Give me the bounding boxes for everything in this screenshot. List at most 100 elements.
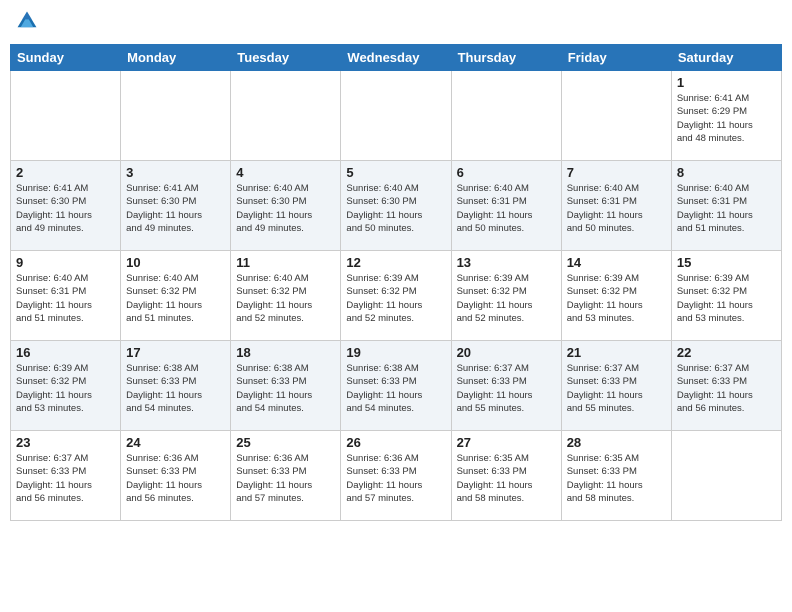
weekday-header-saturday: Saturday — [671, 45, 781, 71]
calendar-cell: 13 Sunrise: 6:39 AMSunset: 6:32 PMDayligh… — [451, 251, 561, 341]
weekday-header-row: SundayMondayTuesdayWednesdayThursdayFrid… — [11, 45, 782, 71]
calendar-cell: 11 Sunrise: 6:40 AMSunset: 6:32 PMDayligh… — [231, 251, 341, 341]
day-info: Sunrise: 6:40 AMSunset: 6:31 PMDaylight:… — [567, 182, 666, 235]
logo-icon — [16, 10, 38, 32]
day-info: Sunrise: 6:39 AMSunset: 6:32 PMDaylight:… — [677, 272, 776, 325]
calendar-cell: 12 Sunrise: 6:39 AMSunset: 6:32 PMDayligh… — [341, 251, 451, 341]
day-number: 9 — [16, 255, 115, 270]
weekday-header-sunday: Sunday — [11, 45, 121, 71]
calendar-cell — [561, 71, 671, 161]
calendar-cell — [671, 431, 781, 521]
day-number: 26 — [346, 435, 445, 450]
calendar-cell: 7 Sunrise: 6:40 AMSunset: 6:31 PMDaylight… — [561, 161, 671, 251]
week-row-4: 16 Sunrise: 6:39 AMSunset: 6:32 PMDayligh… — [11, 341, 782, 431]
calendar-cell: 26 Sunrise: 6:36 AMSunset: 6:33 PMDayligh… — [341, 431, 451, 521]
header — [10, 10, 782, 36]
day-number: 21 — [567, 345, 666, 360]
calendar-cell: 8Sunrise: 6:40 AMSunset: 6:31 PMDaylight… — [671, 161, 781, 251]
calendar-cell: 15 Sunrise: 6:39 AMSunset: 6:32 PMDayligh… — [671, 251, 781, 341]
day-number: 12 — [346, 255, 445, 270]
day-number: 14 — [567, 255, 666, 270]
day-info: Sunrise: 6:41 AMSunset: 6:29 PMDaylight:… — [677, 92, 776, 145]
calendar-cell — [341, 71, 451, 161]
day-number: 17 — [126, 345, 225, 360]
calendar-cell: 18 Sunrise: 6:38 AMSunset: 6:33 PMDayligh… — [231, 341, 341, 431]
day-info: Sunrise: 6:39 AMSunset: 6:32 PMDaylight:… — [457, 272, 556, 325]
day-info: Sunrise: 6:38 AMSunset: 6:33 PMDaylight:… — [236, 362, 335, 415]
week-row-1: 1 Sunrise: 6:41 AMSunset: 6:29 PMDaylight… — [11, 71, 782, 161]
day-number: 5 — [346, 165, 445, 180]
calendar-cell: 4 Sunrise: 6:40 AMSunset: 6:30 PMDaylight… — [231, 161, 341, 251]
day-number: 15 — [677, 255, 776, 270]
day-info: Sunrise: 6:37 AMSunset: 6:33 PMDaylight:… — [677, 362, 776, 415]
day-number: 7 — [567, 165, 666, 180]
calendar-cell: 24Sunrise: 6:36 AMSunset: 6:33 PMDayligh… — [121, 431, 231, 521]
page: SundayMondayTuesdayWednesdayThursdayFrid… — [0, 0, 792, 612]
calendar-cell: 2 Sunrise: 6:41 AMSunset: 6:30 PMDaylight… — [11, 161, 121, 251]
calendar-cell: 14 Sunrise: 6:39 AMSunset: 6:32 PMDayligh… — [561, 251, 671, 341]
calendar-cell — [121, 71, 231, 161]
calendar-cell: 6Sunrise: 6:40 AMSunset: 6:31 PMDaylight… — [451, 161, 561, 251]
day-number: 27 — [457, 435, 556, 450]
calendar-cell: 10 Sunrise: 6:40 AMSunset: 6:32 PMDayligh… — [121, 251, 231, 341]
weekday-header-friday: Friday — [561, 45, 671, 71]
day-info: Sunrise: 6:38 AMSunset: 6:33 PMDaylight:… — [126, 362, 225, 415]
calendar-cell: 3 Sunrise: 6:41 AMSunset: 6:30 PMDaylight… — [121, 161, 231, 251]
day-info: Sunrise: 6:41 AMSunset: 6:30 PMDaylight:… — [16, 182, 115, 235]
day-info: Sunrise: 6:41 AMSunset: 6:30 PMDaylight:… — [126, 182, 225, 235]
day-number: 13 — [457, 255, 556, 270]
day-info: Sunrise: 6:37 AMSunset: 6:33 PMDaylight:… — [457, 362, 556, 415]
day-number: 25 — [236, 435, 335, 450]
calendar-table: SundayMondayTuesdayWednesdayThursdayFrid… — [10, 44, 782, 521]
weekday-header-tuesday: Tuesday — [231, 45, 341, 71]
day-number: 18 — [236, 345, 335, 360]
logo — [16, 14, 40, 32]
day-number: 1 — [677, 75, 776, 90]
calendar-cell — [11, 71, 121, 161]
day-info: Sunrise: 6:40 AMSunset: 6:30 PMDaylight:… — [236, 182, 335, 235]
calendar-cell: 23 Sunrise: 6:37 AMSunset: 6:33 PMDayligh… — [11, 431, 121, 521]
calendar-cell: 21 Sunrise: 6:37 AMSunset: 6:33 PMDayligh… — [561, 341, 671, 431]
day-info: Sunrise: 6:40 AMSunset: 6:32 PMDaylight:… — [126, 272, 225, 325]
calendar-cell: 25 Sunrise: 6:36 AMSunset: 6:33 PMDayligh… — [231, 431, 341, 521]
day-number: 2 — [16, 165, 115, 180]
day-number: 4 — [236, 165, 335, 180]
weekday-header-thursday: Thursday — [451, 45, 561, 71]
day-info: Sunrise: 6:36 AMSunset: 6:33 PMDaylight:… — [236, 452, 335, 505]
day-info: Sunrise: 6:35 AMSunset: 6:33 PMDaylight:… — [567, 452, 666, 505]
calendar-cell: 20 Sunrise: 6:37 AMSunset: 6:33 PMDayligh… — [451, 341, 561, 431]
day-number: 11 — [236, 255, 335, 270]
day-info: Sunrise: 6:39 AMSunset: 6:32 PMDaylight:… — [567, 272, 666, 325]
day-info: Sunrise: 6:36 AMSunset: 6:33 PMDaylight:… — [126, 452, 225, 505]
calendar-cell — [451, 71, 561, 161]
day-number: 10 — [126, 255, 225, 270]
day-info: Sunrise: 6:35 AMSunset: 6:33 PMDaylight:… — [457, 452, 556, 505]
calendar-cell — [231, 71, 341, 161]
day-info: Sunrise: 6:40 AMSunset: 6:32 PMDaylight:… — [236, 272, 335, 325]
day-number: 16 — [16, 345, 115, 360]
week-row-3: 9 Sunrise: 6:40 AMSunset: 6:31 PMDaylight… — [11, 251, 782, 341]
calendar-cell: 22 Sunrise: 6:37 AMSunset: 6:33 PMDayligh… — [671, 341, 781, 431]
calendar-cell: 1 Sunrise: 6:41 AMSunset: 6:29 PMDaylight… — [671, 71, 781, 161]
day-info: Sunrise: 6:38 AMSunset: 6:33 PMDaylight:… — [346, 362, 445, 415]
calendar-cell: 17 Sunrise: 6:38 AMSunset: 6:33 PMDayligh… — [121, 341, 231, 431]
day-info: Sunrise: 6:39 AMSunset: 6:32 PMDaylight:… — [16, 362, 115, 415]
day-info: Sunrise: 6:40 AMSunset: 6:31 PMDaylight:… — [16, 272, 115, 325]
calendar-cell: 27 Sunrise: 6:35 AMSunset: 6:33 PMDayligh… — [451, 431, 561, 521]
week-row-5: 23 Sunrise: 6:37 AMSunset: 6:33 PMDayligh… — [11, 431, 782, 521]
day-info: Sunrise: 6:36 AMSunset: 6:33 PMDaylight:… — [346, 452, 445, 505]
day-number: 28 — [567, 435, 666, 450]
day-info: Sunrise: 6:40 AMSunset: 6:31 PMDaylight:… — [457, 182, 556, 235]
day-info: Sunrise: 6:37 AMSunset: 6:33 PMDaylight:… — [567, 362, 666, 415]
day-number: 23 — [16, 435, 115, 450]
day-number: 20 — [457, 345, 556, 360]
week-row-2: 2 Sunrise: 6:41 AMSunset: 6:30 PMDaylight… — [11, 161, 782, 251]
calendar-cell: 9 Sunrise: 6:40 AMSunset: 6:31 PMDaylight… — [11, 251, 121, 341]
day-number: 3 — [126, 165, 225, 180]
day-info: Sunrise: 6:39 AMSunset: 6:32 PMDaylight:… — [346, 272, 445, 325]
weekday-header-monday: Monday — [121, 45, 231, 71]
day-info: Sunrise: 6:37 AMSunset: 6:33 PMDaylight:… — [16, 452, 115, 505]
calendar-cell: 28 Sunrise: 6:35 AMSunset: 6:33 PMDayligh… — [561, 431, 671, 521]
calendar-cell: 5Sunrise: 6:40 AMSunset: 6:30 PMDaylight… — [341, 161, 451, 251]
day-number: 22 — [677, 345, 776, 360]
